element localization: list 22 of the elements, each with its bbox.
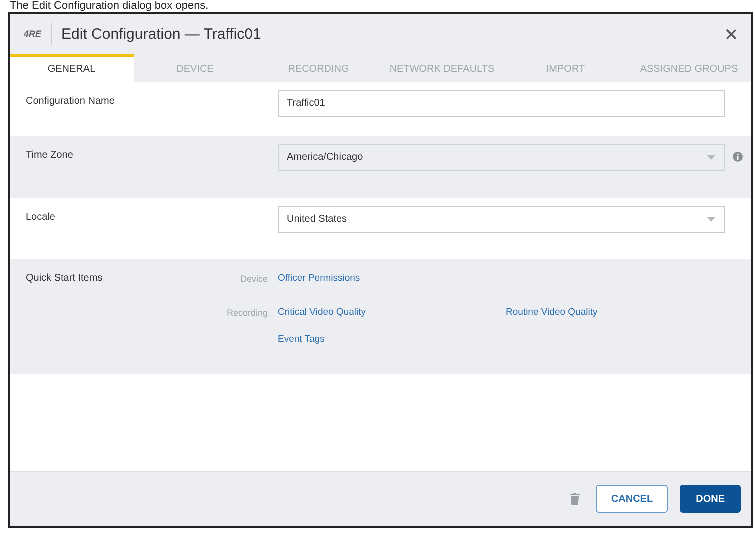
text-field[interactable]: Traffic01: [278, 90, 725, 117]
field-label: Locale: [26, 211, 56, 223]
tab[interactable]: GENERAL: [10, 54, 134, 82]
group-label: Recording: [226, 308, 269, 318]
caret-icon: [707, 155, 716, 160]
quick-start-link[interactable]: Routine Video Quality: [506, 307, 751, 318]
dropdown-field[interactable]: United States: [278, 206, 725, 233]
dialog-title: Edit Configuration — Traffic01: [62, 26, 262, 42]
group-label: Device: [239, 274, 269, 284]
caret-icon: [707, 217, 716, 222]
caption-text: The Edit Configuration dialog box opens.: [9, 0, 210, 12]
brand-logo: 4RE: [24, 23, 52, 45]
cancel-button[interactable]: CANCEL: [596, 485, 668, 513]
done-button[interactable]: DONE: [680, 485, 741, 513]
field-label: Quick Start Items: [26, 273, 104, 286]
quick-start-link[interactable]: Critical Video Quality: [278, 307, 506, 318]
quick-start-link[interactable]: Event Tags: [278, 334, 506, 345]
field-label: Time Zone: [26, 149, 74, 161]
field-label: Configuration Name: [26, 95, 116, 107]
quick-start-link[interactable]: Officer Permissions: [278, 273, 506, 284]
close-icon[interactable]: [726, 28, 737, 40]
trash-icon[interactable]: [570, 493, 580, 505]
